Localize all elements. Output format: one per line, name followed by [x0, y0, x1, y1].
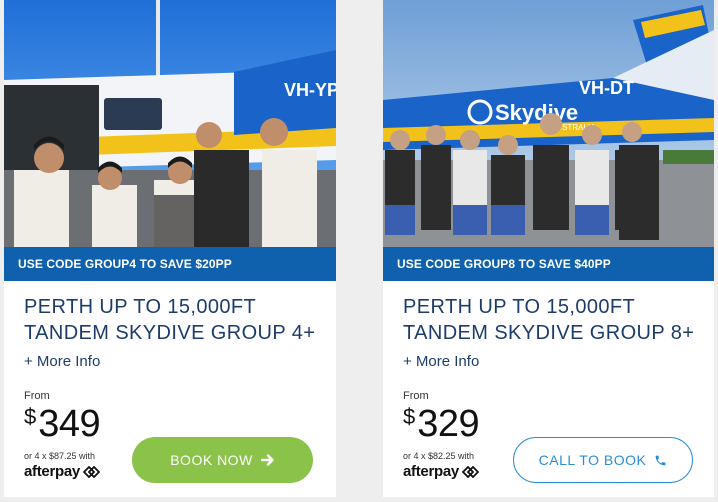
price-amount: 329 — [417, 403, 480, 445]
afterpay-arrows-icon — [82, 465, 100, 478]
group8-photo-illustration: Skydive AUSTRALIA VH-DT — [383, 0, 714, 247]
plane-brand-text: Skydive — [495, 100, 578, 125]
aircraft-registration: VH-DT — [579, 78, 634, 98]
call-to-book-button[interactable]: CALL TO BOOK — [513, 437, 693, 483]
product-photo-group4[interactable]: VH-YP — [4, 0, 336, 247]
currency-symbol: $ — [24, 404, 37, 429]
product-card-group4: VH-YP USE CODE GROUP4 TO SAVE $20PP PERT… — [4, 0, 336, 497]
book-now-label: BOOK NOW — [170, 452, 253, 468]
call-to-book-label: CALL TO BOOK — [538, 452, 647, 468]
from-label: From — [403, 390, 429, 402]
from-label: From — [24, 390, 50, 402]
instalment-text: or 4 x $87.25 with — [24, 451, 96, 461]
more-info-link[interactable]: + More Info — [24, 353, 100, 370]
afterpay-logo: afterpay — [403, 463, 479, 480]
more-info-link[interactable]: + More Info — [403, 353, 479, 370]
group4-photo-illustration: VH-YP — [4, 0, 336, 247]
price: $ 329 — [403, 403, 480, 445]
instalment-text: or 4 x $82.25 with — [403, 451, 475, 461]
currency-symbol: $ — [403, 404, 416, 429]
product-card-group8: Skydive AUSTRALIA VH-DT USE CODE GROUP8 … — [383, 0, 714, 497]
afterpay-wordmark: afterpay — [24, 463, 80, 480]
product-photo-group8[interactable]: Skydive AUSTRALIA VH-DT — [383, 0, 714, 247]
price: $ 349 — [24, 403, 101, 445]
aircraft-registration: VH-YP — [284, 80, 336, 100]
promo-banner: USE CODE GROUP8 TO SAVE $40PP — [383, 247, 714, 281]
price-amount: 349 — [38, 403, 101, 445]
afterpay-wordmark: afterpay — [403, 463, 459, 480]
product-title[interactable]: PERTH UP TO 15,000FT TANDEM SKYDIVE GROU… — [24, 294, 324, 346]
book-now-button[interactable]: BOOK NOW — [132, 437, 313, 483]
phone-icon — [655, 455, 666, 465]
arrow-right-icon — [260, 454, 274, 466]
afterpay-arrows-icon — [461, 465, 479, 478]
promo-banner: USE CODE GROUP4 TO SAVE $20PP — [4, 247, 336, 281]
product-title[interactable]: PERTH UP TO 15,000FT TANDEM SKYDIVE GROU… — [403, 294, 703, 346]
afterpay-logo: afterpay — [24, 463, 100, 480]
